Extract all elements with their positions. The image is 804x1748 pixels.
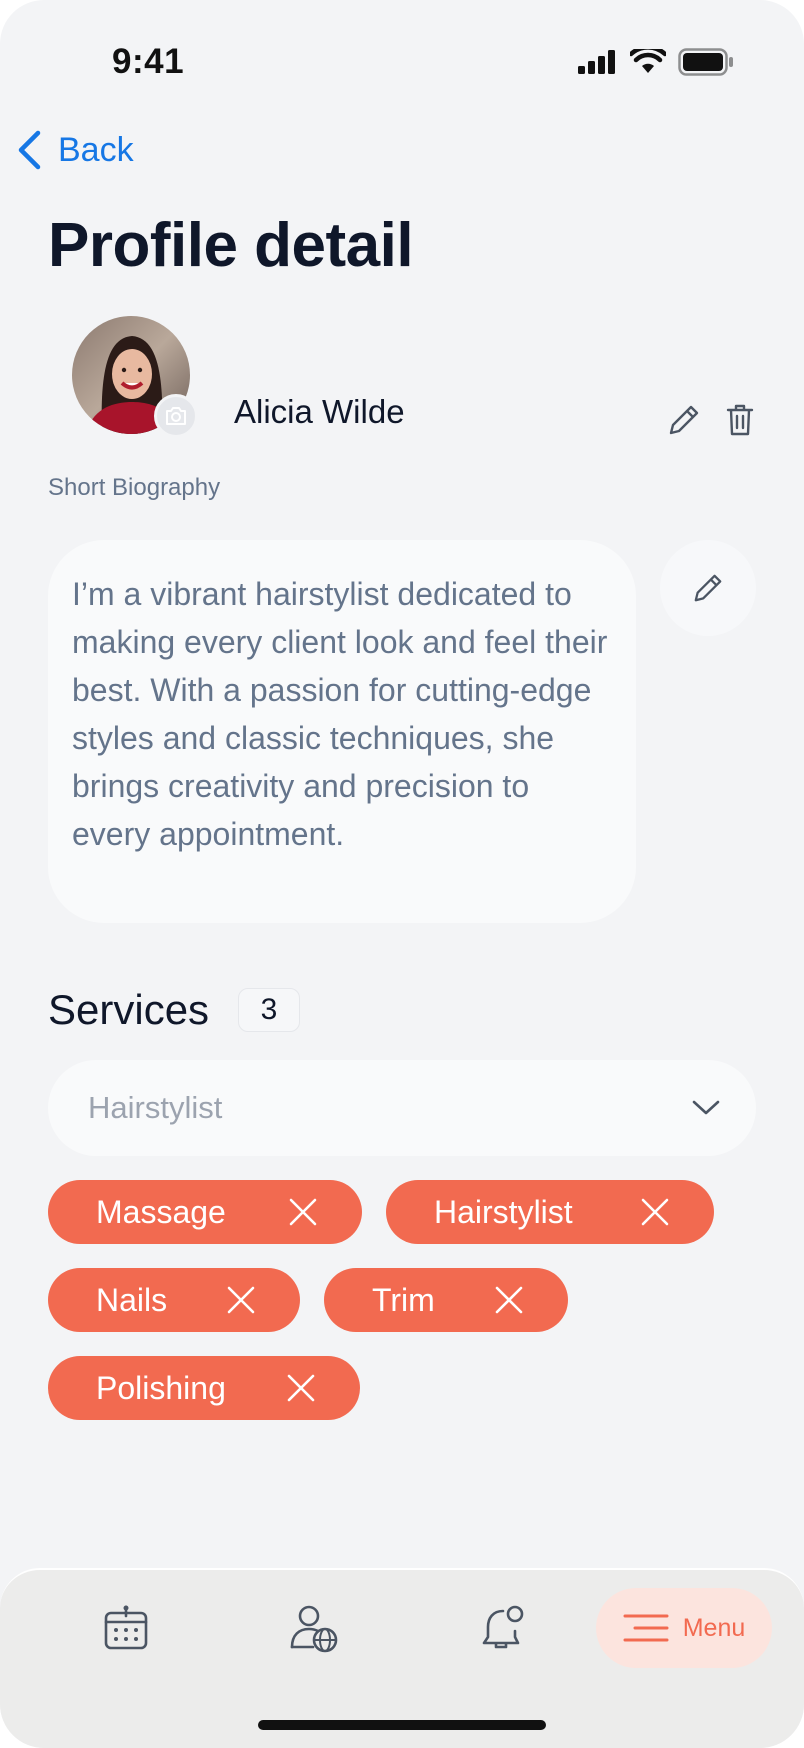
pencil-icon <box>669 405 699 435</box>
service-chip-nails: Nails <box>48 1268 300 1332</box>
tab-calendar[interactable] <box>96 1600 156 1656</box>
back-label: Back <box>58 130 134 169</box>
menu-icon <box>623 1614 669 1642</box>
remove-chip-button[interactable] <box>286 1373 316 1403</box>
service-chip-hairstylist: Hairstylist <box>386 1180 714 1244</box>
bell-notification-icon <box>482 1605 524 1649</box>
tab-clients[interactable] <box>284 1600 344 1656</box>
close-icon <box>227 1286 255 1314</box>
menu-label: Menu <box>682 1613 746 1642</box>
tab-notifications[interactable] <box>472 1600 532 1656</box>
service-chip-massage: Massage <box>48 1180 362 1244</box>
battery-icon <box>678 48 733 76</box>
pencil-icon <box>694 574 722 602</box>
remove-chip-button[interactable] <box>288 1197 318 1227</box>
service-chip-trim: Trim <box>324 1268 568 1332</box>
chip-label: Hairstylist <box>434 1193 573 1230</box>
signal-icon <box>578 50 615 74</box>
close-icon <box>495 1286 523 1314</box>
change-photo-button[interactable] <box>154 394 198 438</box>
chip-label: Polishing <box>96 1369 226 1406</box>
chip-label: Nails <box>96 1281 168 1318</box>
services-title: Services <box>48 986 210 1033</box>
remove-chip-button[interactable] <box>226 1285 256 1315</box>
remove-chip-button[interactable] <box>494 1285 524 1315</box>
services-select-value: Hairstylist <box>88 1090 223 1125</box>
camera-icon <box>166 407 186 425</box>
services-select[interactable]: Hairstylist <box>48 1060 756 1156</box>
status-time: 9:41 <box>112 42 185 81</box>
wifi-icon <box>630 49 666 73</box>
profile-name: Alicia Wilde <box>234 393 405 430</box>
delete-profile-button[interactable] <box>722 400 758 440</box>
services-count-badge: 3 <box>238 988 300 1032</box>
chevron-down-icon <box>692 1100 720 1115</box>
close-icon <box>287 1374 315 1402</box>
service-chip-polishing: Polishing <box>48 1356 360 1420</box>
close-icon <box>641 1198 669 1226</box>
user-globe-icon <box>290 1605 338 1653</box>
chip-label: Massage <box>96 1193 226 1230</box>
edit-profile-button[interactable] <box>664 400 704 440</box>
edit-bio-button[interactable] <box>660 540 756 636</box>
status-icons <box>578 48 734 76</box>
home-indicator <box>258 1720 546 1730</box>
bio-text: I’m a vibrant hairstylist dedicated to m… <box>48 540 636 923</box>
tab-menu[interactable]: Menu <box>596 1588 772 1668</box>
phone-screen: 9:41 Back Profile detail Alicia Wilde Sh… <box>0 0 804 1748</box>
back-button[interactable]: Back <box>16 130 134 170</box>
calendar-icon <box>104 1605 148 1650</box>
trash-icon <box>726 404 754 436</box>
bio-label: Short Biography <box>48 474 221 501</box>
close-icon <box>289 1198 317 1226</box>
page-title: Profile detail <box>48 211 414 280</box>
chip-label: Trim <box>372 1281 435 1318</box>
remove-chip-button[interactable] <box>640 1197 670 1227</box>
chevron-left-icon <box>18 130 41 170</box>
